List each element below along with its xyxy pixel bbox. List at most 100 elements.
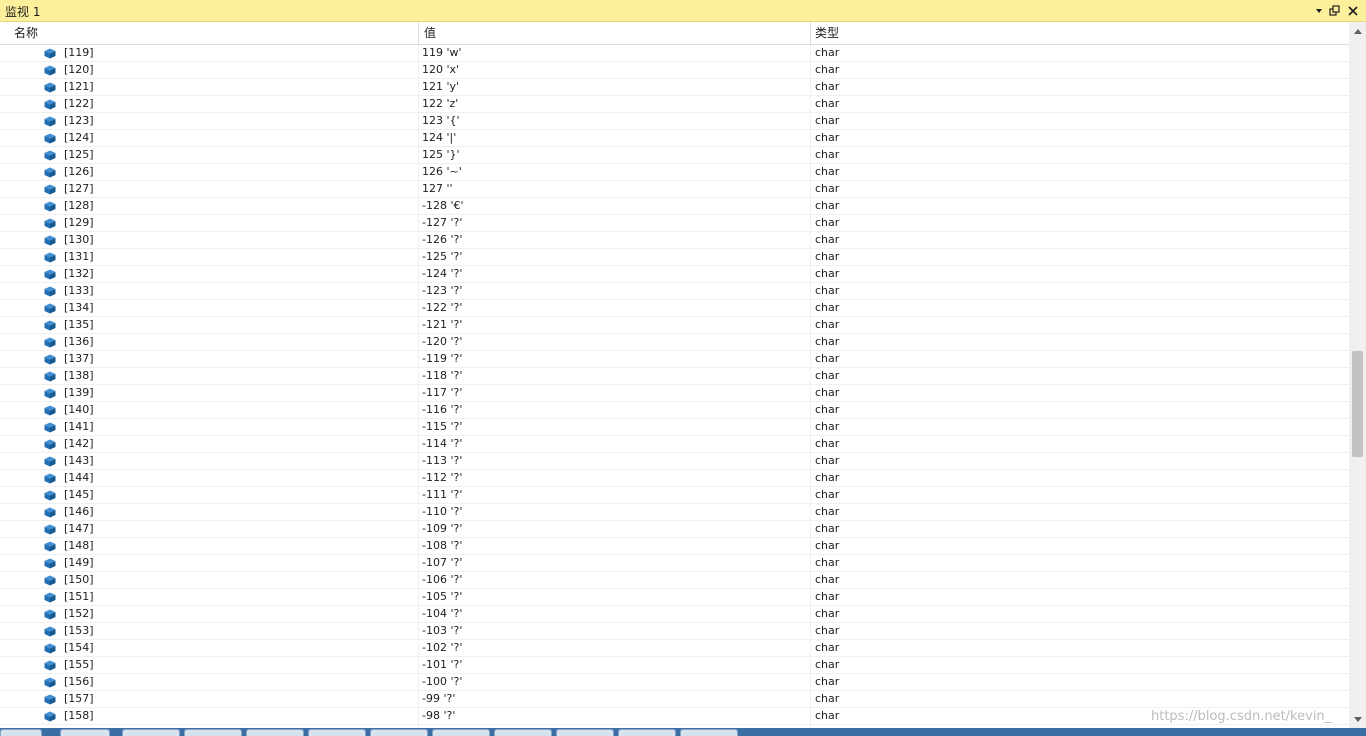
vertical-scrollbar[interactable] (1349, 22, 1366, 728)
row-value[interactable]: -116 '?' (422, 402, 462, 418)
watch-row[interactable]: [128] -128 '€' char (0, 198, 1349, 215)
row-value[interactable]: -112 '?' (422, 470, 462, 486)
watch-row[interactable]: [135] -121 '?' char (0, 317, 1349, 334)
row-value[interactable]: 123 '{' (422, 113, 460, 129)
taskbar-button[interactable] (122, 729, 180, 736)
watch-row[interactable]: [157] -99 '?' char (0, 691, 1349, 708)
row-value[interactable]: -101 '?' (422, 657, 462, 673)
scrollbar-thumb[interactable] (1352, 351, 1363, 457)
watch-row[interactable]: [133] -123 '?' char (0, 283, 1349, 300)
watch-row[interactable]: [148] -108 '?' char (0, 538, 1349, 555)
row-value[interactable]: -118 '?' (422, 368, 462, 384)
row-value[interactable]: -110 '?' (422, 504, 462, 520)
row-value[interactable]: -128 '€' (422, 198, 464, 214)
watch-row[interactable]: [145] -111 '?' char (0, 487, 1349, 504)
watch-row[interactable]: [140] -116 '?' char (0, 402, 1349, 419)
watch-row[interactable]: [132] -124 '?' char (0, 266, 1349, 283)
watch-row[interactable]: [137] -119 '?' char (0, 351, 1349, 368)
taskbar-button[interactable] (556, 729, 614, 736)
row-value[interactable]: -119 '?' (422, 351, 462, 367)
row-value[interactable]: -108 '?' (422, 538, 462, 554)
watch-row[interactable]: [144] -112 '?' char (0, 470, 1349, 487)
taskbar-button[interactable] (494, 729, 552, 736)
restore-window-icon[interactable] (1328, 4, 1342, 18)
column-header-type[interactable]: 类型 (811, 22, 1341, 44)
close-icon[interactable] (1346, 4, 1360, 18)
watch-row[interactable]: [152] -104 '?' char (0, 606, 1349, 623)
taskbar-button[interactable] (246, 729, 304, 736)
column-header-name[interactable]: 名称 (10, 22, 418, 44)
row-value[interactable]: -127 '?' (422, 215, 462, 231)
watch-row[interactable]: [147] -109 '?' char (0, 521, 1349, 538)
row-value[interactable]: -98 '?' (422, 708, 455, 724)
watch-row[interactable]: [158] -98 '?' char (0, 708, 1349, 725)
watch-row[interactable]: [127] 127 '' char (0, 181, 1349, 198)
watch-row[interactable]: [122] 122 'z' char (0, 96, 1349, 113)
taskbar-button[interactable] (60, 729, 110, 736)
watch-row[interactable]: [150] -106 '?' char (0, 572, 1349, 589)
row-value[interactable]: -100 '?' (422, 674, 462, 690)
row-value[interactable]: -114 '?' (422, 436, 462, 452)
row-value[interactable]: -105 '?' (422, 589, 462, 605)
row-value[interactable]: -117 '?' (422, 385, 462, 401)
taskbar-button[interactable] (184, 729, 242, 736)
start-button[interactable] (0, 729, 42, 736)
row-value[interactable]: -121 '?' (422, 317, 462, 333)
row-value[interactable]: -102 '?' (422, 640, 462, 656)
taskbar-button[interactable] (308, 729, 366, 736)
taskbar-button[interactable] (618, 729, 676, 736)
row-value[interactable]: -103 '?' (422, 623, 462, 639)
watch-row[interactable]: [136] -120 '?' char (0, 334, 1349, 351)
watch-row[interactable]: [141] -115 '?' char (0, 419, 1349, 436)
watch-row[interactable]: [123] 123 '{' char (0, 113, 1349, 130)
taskbar-button[interactable] (432, 729, 490, 736)
watch-row[interactable]: [138] -118 '?' char (0, 368, 1349, 385)
watch-row[interactable]: [119] 119 'w' char (0, 45, 1349, 62)
watch-row[interactable]: [125] 125 '}' char (0, 147, 1349, 164)
watch-row[interactable]: [156] -100 '?' char (0, 674, 1349, 691)
row-value[interactable]: 119 'w' (422, 45, 462, 61)
row-value[interactable]: -126 '?' (422, 232, 462, 248)
watch-row[interactable]: [149] -107 '?' char (0, 555, 1349, 572)
row-value[interactable]: 121 'y' (422, 79, 459, 95)
row-value[interactable]: -107 '?' (422, 555, 462, 571)
column-header-value[interactable]: 值 (420, 22, 810, 44)
watch-row[interactable]: [130] -126 '?' char (0, 232, 1349, 249)
row-value[interactable]: -122 '?' (422, 300, 462, 316)
watch-row[interactable]: [120] 120 'x' char (0, 62, 1349, 79)
row-value[interactable]: -104 '?' (422, 606, 462, 622)
row-value[interactable]: -106 '?' (422, 572, 462, 588)
watch-row[interactable]: [155] -101 '?' char (0, 657, 1349, 674)
watch-row[interactable]: [126] 126 '~' char (0, 164, 1349, 181)
row-value[interactable]: -124 '?' (422, 266, 462, 282)
watch-row[interactable]: [153] -103 '?' char (0, 623, 1349, 640)
column-divider[interactable] (418, 22, 419, 44)
row-value[interactable]: 125 '}' (422, 147, 460, 163)
watch-row[interactable]: [129] -127 '?' char (0, 215, 1349, 232)
row-value[interactable]: -115 '?' (422, 419, 462, 435)
row-value[interactable]: 124 '|' (422, 130, 456, 146)
watch-row[interactable]: [131] -125 '?' char (0, 249, 1349, 266)
row-value[interactable]: 126 '~' (422, 164, 462, 180)
watch-row[interactable]: [134] -122 '?' char (0, 300, 1349, 317)
taskbar-button[interactable] (680, 729, 738, 736)
row-value[interactable]: -99 '?' (422, 691, 455, 707)
watch-row[interactable]: [151] -105 '?' char (0, 589, 1349, 606)
row-value[interactable]: 122 'z' (422, 96, 458, 112)
row-value[interactable]: -123 '?' (422, 283, 462, 299)
row-value[interactable]: -125 '?' (422, 249, 462, 265)
row-value[interactable]: -113 '?' (422, 453, 462, 469)
scroll-down-arrow-icon[interactable] (1349, 711, 1366, 728)
taskbar-button[interactable] (370, 729, 428, 736)
watch-row[interactable]: [154] -102 '?' char (0, 640, 1349, 657)
row-value[interactable]: -109 '?' (422, 521, 462, 537)
watch-row[interactable]: [139] -117 '?' char (0, 385, 1349, 402)
watch-row[interactable]: [121] 121 'y' char (0, 79, 1349, 96)
scroll-up-arrow-icon[interactable] (1349, 22, 1366, 39)
row-value[interactable]: -111 '?' (422, 487, 462, 503)
row-value[interactable]: 120 'x' (422, 62, 459, 78)
row-value[interactable]: -120 '?' (422, 334, 462, 350)
watch-row[interactable]: [146] -110 '?' char (0, 504, 1349, 521)
watch-row[interactable]: [142] -114 '?' char (0, 436, 1349, 453)
row-value[interactable]: 127 '' (422, 181, 453, 197)
